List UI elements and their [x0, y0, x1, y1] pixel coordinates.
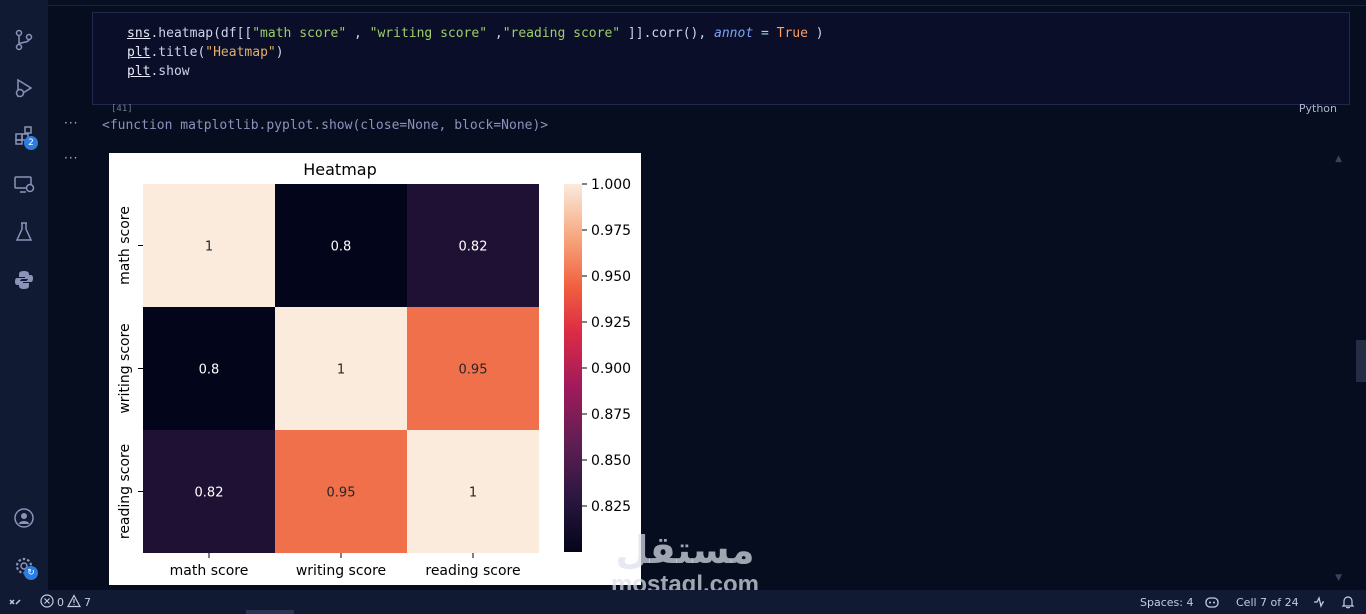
update-badge-icon: ↻: [24, 566, 38, 580]
colorbar-tick-label: 0.875: [591, 407, 631, 423]
error-count: 0: [57, 595, 64, 609]
cell-language-picker[interactable]: Python: [1299, 102, 1337, 115]
output-1-more-icon[interactable]: ···: [64, 116, 78, 130]
y-tick-label: reading score: [117, 444, 133, 539]
problems-indicator[interactable]: 0 7: [40, 593, 91, 611]
colorbar-tick-label: 0.825: [591, 499, 631, 515]
scrollbar-thumb[interactable]: [1356, 340, 1366, 382]
execution-count: [41]: [111, 104, 133, 114]
notebook-editor: sns.heatmap(df[["math score" , "writing …: [48, 0, 1366, 590]
indentation-selector[interactable]: Spaces: 4: [1140, 594, 1193, 610]
notebook-kernel-icon[interactable]: [1312, 594, 1326, 610]
heatmap-annotation: 0.82: [195, 486, 224, 501]
status-bar: 0 7 Spaces: 4 Cell 7 of 24: [0, 590, 1366, 614]
warning-icon: [66, 593, 82, 611]
colorbar-tick-label: 0.975: [591, 223, 631, 239]
x-tick-label: reading score: [425, 563, 520, 579]
warning-count: 7: [84, 595, 91, 609]
heatmap-chart: Heatmap 1 0.8 0.82 0.8 1 0.95 0.82 0.95 1 math s…: [117, 160, 631, 579]
output-text: <function matplotlib.pyplot.show(close=N…: [102, 118, 549, 133]
colorbar-tick-label: 0.925: [591, 315, 631, 331]
watermark-arabic: مستقل: [615, 528, 755, 572]
scroll-up-icon[interactable]: ▲: [1335, 154, 1342, 164]
heatmap-annotation: 1: [337, 363, 345, 378]
remote-indicator-icon[interactable]: [0, 590, 30, 614]
heatmap-annotation: 1: [469, 486, 477, 501]
extensions-badge: 2: [24, 136, 38, 150]
heatmap-annotation: 0.8: [331, 240, 352, 255]
settings-gear-icon[interactable]: ↻: [8, 550, 40, 582]
code-line-3[interactable]: plt.show: [127, 62, 190, 81]
colorbar-tick-label: 0.850: [591, 453, 631, 469]
python-icon[interactable]: [8, 264, 40, 296]
heatmap-annotation: 0.82: [459, 240, 488, 255]
colorbar-tick-label: 1.000: [591, 177, 631, 193]
activity-bar: 2 ↻: [0, 0, 48, 590]
error-icon: [40, 593, 54, 611]
code-line-1[interactable]: sns.heatmap(df[["math score" , "writing …: [127, 24, 824, 43]
y-tick-label: math score: [117, 206, 133, 285]
remote-explorer-icon[interactable]: [8, 168, 40, 200]
colorbar-tick-label: 0.950: [591, 269, 631, 285]
copilot-icon[interactable]: [1204, 594, 1220, 610]
chart-title: Heatmap: [303, 160, 377, 179]
output-2-more-icon[interactable]: ···: [64, 151, 78, 165]
account-icon[interactable]: [8, 502, 40, 534]
previous-cell-edge: [48, 0, 1366, 6]
x-tick-label: math score: [170, 563, 249, 579]
panel-indicator: [246, 610, 294, 614]
source-control-icon[interactable]: [8, 24, 40, 56]
testing-icon[interactable]: [8, 216, 40, 248]
heatmap-annotation: 0.8: [199, 363, 220, 378]
code-cell[interactable]: sns.heatmap(df[["math score" , "writing …: [92, 12, 1350, 115]
notifications-bell-icon[interactable]: [1341, 594, 1355, 610]
heatmap-annotation: 0.95: [459, 363, 488, 378]
x-tick-label: writing score: [296, 563, 386, 579]
heatmap-annotation: 1: [205, 240, 213, 255]
run-debug-icon[interactable]: [8, 72, 40, 104]
code-line-2[interactable]: plt.title("Heatmap"): [127, 43, 284, 62]
colorbar-tick-label: 0.900: [591, 361, 631, 377]
colorbar: [564, 184, 582, 552]
watermark: مستقل mostaql.com: [600, 528, 770, 598]
heatmap-annotation: 0.95: [327, 486, 356, 501]
cell-position[interactable]: Cell 7 of 24: [1236, 594, 1299, 610]
y-tick-label: writing score: [117, 323, 133, 413]
extensions-icon[interactable]: 2: [8, 120, 40, 152]
heatmap-figure: Heatmap 1 0.8 0.82 0.8 1 0.95 0.82 0.95 1 math s…: [109, 153, 641, 585]
scroll-down-icon[interactable]: ▼: [1335, 573, 1342, 583]
